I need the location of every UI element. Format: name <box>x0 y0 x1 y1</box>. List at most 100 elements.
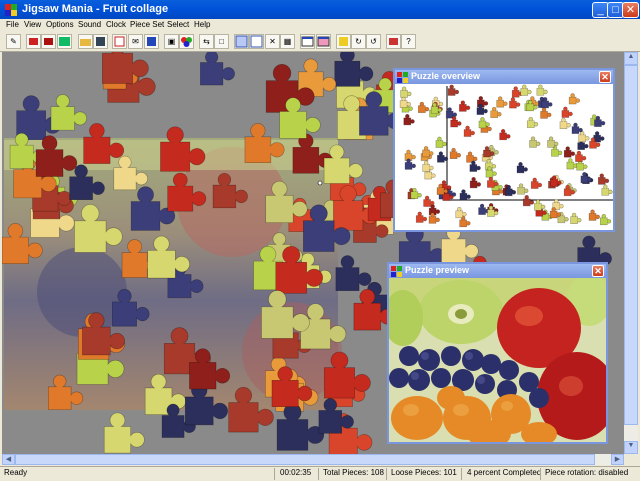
email-icon[interactable]: ✉ <box>128 34 143 49</box>
puzzle-piece[interactable] <box>103 412 145 454</box>
puzzle-piece[interactable] <box>516 162 528 174</box>
puzzle-piece[interactable] <box>561 106 573 118</box>
puzzle-piece[interactable] <box>601 184 613 196</box>
outline-icon[interactable]: □ <box>214 34 229 49</box>
puzzle-piece[interactable] <box>404 149 416 161</box>
puzzle-piece[interactable] <box>593 131 605 143</box>
puzzle-piece[interactable] <box>244 123 285 164</box>
vertical-scroll-thumb[interactable] <box>624 65 638 425</box>
puzzle-piece[interactable] <box>504 184 517 197</box>
scroll-up-icon[interactable]: ▲ <box>624 52 638 65</box>
puzzle-piece[interactable] <box>335 255 372 292</box>
puzzle-piece[interactable] <box>323 144 363 184</box>
puzzle-piece[interactable] <box>428 212 440 224</box>
puzzle-piece[interactable] <box>469 177 481 189</box>
ghost-icon[interactable] <box>336 34 351 49</box>
scroll-down-icon[interactable]: ▼ <box>624 441 638 454</box>
puzzle-piece[interactable] <box>526 116 539 129</box>
colors-icon[interactable] <box>179 34 194 49</box>
puzzle-piece[interactable] <box>599 214 612 226</box>
preview-close-icon[interactable]: ✕ <box>592 265 604 277</box>
puzzle-piece[interactable] <box>529 136 541 148</box>
overview-body[interactable] <box>395 84 613 230</box>
puzzle-piece[interactable] <box>469 160 481 172</box>
puzzle-piece[interactable] <box>534 199 546 211</box>
puzzle-piece[interactable] <box>478 117 490 129</box>
menu-sound[interactable]: Sound <box>78 20 101 29</box>
menu-clock[interactable]: Clock <box>106 20 126 29</box>
preview-window-icon[interactable] <box>316 34 331 49</box>
puzzle-piece[interactable] <box>437 151 449 163</box>
puzzle-piece[interactable] <box>423 195 435 207</box>
puzzle-piece[interactable] <box>415 211 428 223</box>
puzzle-piece[interactable] <box>83 123 125 164</box>
menu-options[interactable]: Options <box>46 20 74 29</box>
save-disk-icon[interactable] <box>93 34 108 49</box>
puzzle-piece[interactable] <box>200 52 235 86</box>
puzzle-piece[interactable] <box>400 86 412 98</box>
puzzle-piece[interactable] <box>594 115 606 127</box>
puzzle-piece[interactable] <box>323 351 371 399</box>
puzzle-piece[interactable] <box>578 130 590 143</box>
puzzle-piece[interactable] <box>276 403 325 451</box>
menu-file[interactable]: File <box>6 20 19 29</box>
puzzle-piece[interactable] <box>580 172 592 184</box>
settings-icon[interactable] <box>386 34 401 49</box>
puzzle-piece[interactable] <box>550 175 562 187</box>
grid-icon[interactable] <box>234 34 249 49</box>
grid-alt-icon[interactable] <box>249 34 264 49</box>
rotate-icon[interactable]: ↻ <box>351 34 366 49</box>
puzzle-piece[interactable] <box>536 84 548 96</box>
puzzle-piece[interactable] <box>459 189 471 201</box>
puzzle-piece[interactable] <box>403 114 415 126</box>
help-icon[interactable]: ? <box>401 34 416 49</box>
puzzle-piece[interactable] <box>447 84 459 96</box>
rotate-alt-icon[interactable]: ↺ <box>366 34 381 49</box>
puzzle-piece[interactable] <box>435 136 447 148</box>
puzzle-piece[interactable] <box>509 97 521 109</box>
puzzle-piece[interactable] <box>575 150 587 162</box>
puzzle-piece[interactable] <box>547 136 559 148</box>
puzzle-piece[interactable] <box>449 147 461 160</box>
puzzle-preview-window[interactable]: Puzzle preview ✕ <box>387 262 608 444</box>
calendar-icon[interactable] <box>112 34 127 49</box>
puzzle-piece[interactable] <box>450 116 462 128</box>
puzzle-piece[interactable] <box>517 183 529 195</box>
overview-close-icon[interactable]: ✕ <box>599 71 611 83</box>
puzzle-piece[interactable] <box>50 94 87 131</box>
remove-icon[interactable]: ✕ <box>265 34 280 49</box>
puzzle-piece[interactable] <box>459 100 471 112</box>
puzzle-piece[interactable] <box>520 84 532 96</box>
puzzle-piece[interactable] <box>541 97 553 109</box>
puzzle-piece[interactable] <box>487 176 499 188</box>
new-puzzle-icon[interactable]: ✎ <box>6 34 21 49</box>
puzzle-piece[interactable] <box>487 205 499 217</box>
menu-view[interactable]: View <box>24 20 41 29</box>
puzzle-piece[interactable] <box>522 195 535 207</box>
puzzle-piece[interactable] <box>422 160 434 172</box>
puzzle-piece[interactable] <box>571 122 583 134</box>
horizontal-scrollbar[interactable]: ◀ ▶ <box>2 454 624 465</box>
puzzle-piece[interactable] <box>588 209 600 221</box>
vertical-scrollbar[interactable]: ▲ ▼ <box>624 52 638 454</box>
puzzle-piece[interactable] <box>418 101 430 113</box>
puzzle-piece[interactable] <box>568 93 580 105</box>
overview-window-icon[interactable] <box>300 34 315 49</box>
puzzle-piece[interactable] <box>490 106 502 119</box>
puzzle-piece[interactable] <box>334 52 374 87</box>
overview-title-bar[interactable]: Puzzle overview ✕ <box>395 70 613 84</box>
puzzle-piece[interactable] <box>399 96 411 108</box>
puzzle-piece[interactable] <box>597 173 610 185</box>
puzzle-piece[interactable] <box>422 146 434 158</box>
pieces-alt-icon[interactable] <box>41 34 56 49</box>
puzzle-piece[interactable] <box>160 126 206 172</box>
puzzle-piece[interactable] <box>530 177 543 189</box>
close-button[interactable]: ✕ <box>622 2 639 18</box>
info-icon[interactable] <box>144 34 159 49</box>
puzzle-piece[interactable] <box>463 125 475 137</box>
puzzle-piece[interactable] <box>496 96 508 108</box>
puzzle-piece[interactable] <box>499 129 511 141</box>
arrange-icon[interactable]: ▣ <box>164 34 179 49</box>
pieces-icon[interactable] <box>26 34 41 49</box>
horizontal-scroll-thumb[interactable] <box>15 454 595 465</box>
